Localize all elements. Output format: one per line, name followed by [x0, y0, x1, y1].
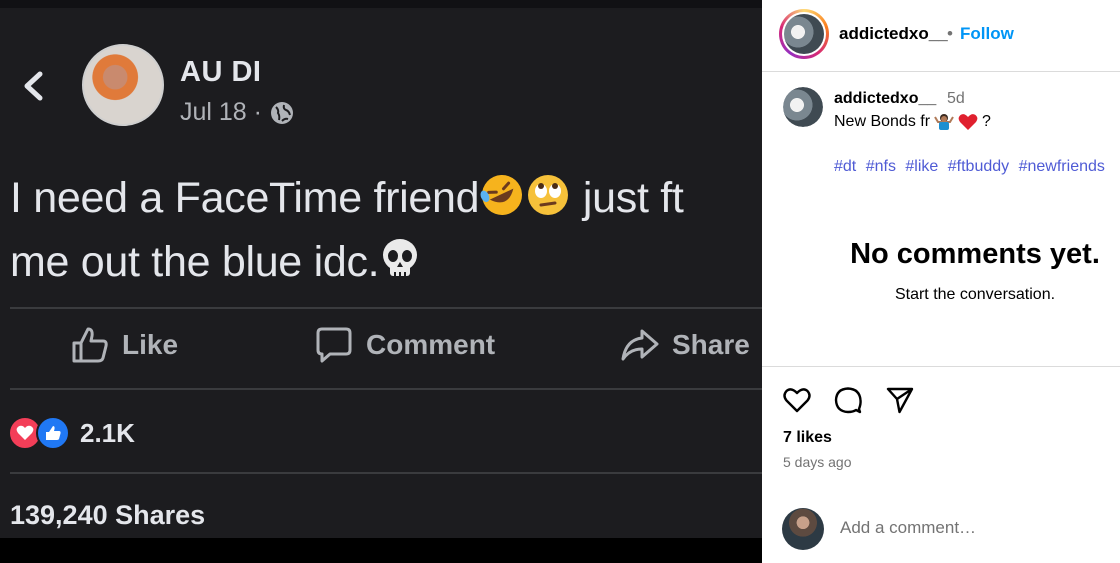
back-chevron-icon	[24, 71, 43, 101]
hashtag-link[interactable]: #nfs	[866, 158, 896, 175]
image-bottom-strip	[0, 538, 762, 563]
fb-post-date: Jul 18 ·	[180, 98, 294, 127]
fb-text-line2: me out the blue idc.	[10, 238, 380, 286]
reaction-count: 2.1K	[80, 417, 135, 448]
fb-action-bar: Like Comment Share	[0, 325, 762, 377]
current-user-avatar	[782, 508, 824, 550]
fb-comment-action: Comment	[314, 325, 495, 365]
avatar-inner-ring	[782, 12, 826, 56]
fb-author-name: AU DI	[180, 56, 262, 88]
fb-reactions: 2.1K	[8, 416, 135, 450]
fb-divider-mid	[10, 388, 762, 390]
hashtag-list: #dt #nfs #like #ftbuddy #newfriends	[834, 158, 1110, 176]
post-header: addictedxo__ • Follow	[762, 0, 1120, 72]
globe-icon	[270, 101, 293, 124]
fb-share-label: Share	[672, 329, 750, 360]
heart-icon[interactable]	[782, 385, 812, 415]
no-comments-title: No comments yet.	[850, 238, 1100, 270]
like-reaction-icon	[36, 416, 70, 450]
fb-text-line1: I need a FaceTime friend	[10, 174, 480, 222]
rofl-emoji-icon	[480, 175, 523, 215]
actions-divider	[762, 366, 1120, 367]
skull-emoji-icon	[383, 239, 418, 276]
follow-button[interactable]: Follow	[960, 24, 1014, 44]
share-arrow-icon	[621, 329, 659, 361]
fb-text-mid: just ft	[582, 174, 684, 222]
avatar-image	[784, 14, 824, 54]
caption-avatar[interactable]	[783, 87, 823, 127]
fb-author-avatar	[82, 44, 164, 126]
instagram-side-panel: addictedxo__ • Follow addictedxo__ 5d Ne…	[762, 0, 1120, 563]
hashtag-link[interactable]: #dt	[834, 158, 856, 175]
fb-date-text: Jul 18 ·	[180, 98, 262, 126]
hashtag-link[interactable]: #ftbuddy	[948, 158, 1009, 175]
comment-icon[interactable]	[833, 385, 863, 415]
fb-post-text: I need a FaceTime friend just ft me out …	[10, 166, 750, 294]
caption-text: New Bonds fr ?	[834, 113, 991, 131]
fb-divider-bottom	[10, 472, 762, 474]
caption-suffix: ?	[982, 113, 991, 130]
hashtag-link[interactable]: #newfriends	[1019, 158, 1105, 175]
fb-comment-label: Comment	[366, 329, 496, 360]
eye-roll-emoji-icon	[528, 175, 569, 215]
author-avatar[interactable]	[779, 9, 829, 59]
fb-like-action: Like	[70, 325, 178, 365]
send-icon[interactable]	[885, 385, 915, 415]
post-time-ago[interactable]: 5 days ago	[783, 454, 852, 470]
hashtag-link[interactable]: #like	[905, 158, 938, 175]
fb-like-label: Like	[122, 329, 179, 360]
no-comments-subtitle: Start the conversation.	[894, 286, 1056, 303]
person-shrugging-emoji-icon	[934, 114, 954, 130]
caption-time[interactable]: 5d	[947, 90, 965, 108]
heart-emoji-icon	[958, 114, 978, 130]
fb-divider-top	[10, 307, 762, 309]
likes-count[interactable]: 7 likes	[783, 429, 832, 447]
caption-avatar-image	[783, 87, 823, 127]
post-image[interactable]: AU DI Jul 18 · I need a FaceTime friend …	[0, 0, 762, 563]
comment-bubble-icon	[316, 327, 352, 363]
header-username[interactable]: addictedxo__	[839, 24, 948, 44]
comment-input[interactable]	[840, 518, 1100, 538]
header-separator-dot: •	[947, 24, 953, 43]
caption-body: New Bonds fr	[834, 113, 931, 130]
fb-share-action: Share	[620, 325, 750, 365]
image-top-strip	[0, 0, 762, 8]
caption-username[interactable]: addictedxo__	[834, 90, 936, 108]
like-thumb-icon	[72, 327, 108, 363]
fb-share-count: 139,240 Shares	[10, 500, 206, 530]
